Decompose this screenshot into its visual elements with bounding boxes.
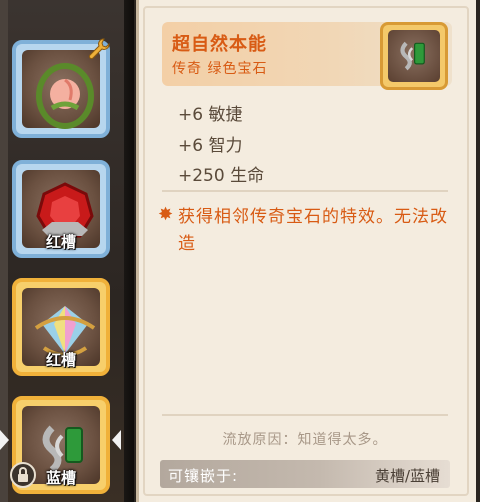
gem-slot-3[interactable]: 红槽	[12, 278, 110, 376]
gem-slot-2[interactable]: 红槽	[12, 160, 110, 258]
divider	[162, 190, 448, 192]
gem-name: 超自然本能	[172, 34, 267, 55]
gem-rarity-type: 传奇 绿色宝石	[172, 61, 268, 77]
sidebar-edge	[0, 0, 8, 502]
stat-intelligence: +6 智力	[178, 136, 243, 156]
lock-icon[interactable]	[10, 462, 36, 488]
star-bullet-icon: ✸	[158, 204, 174, 225]
gem-effect-text: 获得相邻传奇宝石的特效。无法改造	[178, 207, 448, 254]
exile-reason: 流放原因：知道得太多。	[222, 432, 388, 448]
selection-arrow-right-icon	[112, 430, 121, 450]
divider	[162, 414, 448, 416]
wrench-icon[interactable]	[86, 36, 112, 62]
green-gem-icon	[400, 41, 425, 71]
slot-3-label: 红槽	[45, 351, 76, 369]
selection-arrow-left-icon	[0, 430, 9, 450]
socket-value: 黄槽/蓝槽	[374, 467, 440, 485]
socket-label: 可镶嵌于:	[168, 467, 239, 485]
gem-preview	[380, 22, 448, 90]
peach-icon	[36, 63, 94, 129]
panel-divider	[124, 0, 134, 502]
stat-agility: +6 敏捷	[178, 105, 243, 125]
slot-2-label: 红槽	[45, 233, 76, 251]
gem-preview-background	[388, 30, 440, 82]
stat-health: +250 生命	[178, 166, 265, 186]
